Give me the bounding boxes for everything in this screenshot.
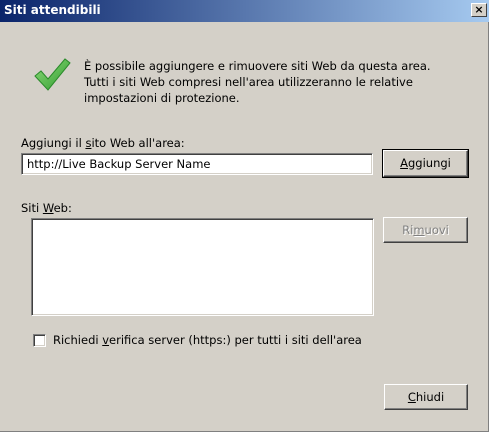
- close-icon: ×: [474, 3, 484, 16]
- https-label-mnemonic: v: [102, 333, 110, 347]
- add-button-mnemonic: A: [400, 156, 408, 170]
- sites-label-part: Siti: [21, 201, 43, 215]
- add-site-label-part: ito Web all'area:: [91, 136, 185, 150]
- remove-button-mnemonic: m: [413, 223, 425, 237]
- title-bar[interactable]: Siti attendibili ×: [0, 0, 489, 22]
- add-button[interactable]: Aggiungi: [382, 149, 469, 178]
- remove-button-label: Ri: [402, 223, 414, 237]
- site-url-field[interactable]: [21, 153, 373, 175]
- window-title: Siti attendibili: [4, 3, 101, 17]
- add-site-label-part: Aggiungi il: [21, 136, 86, 150]
- require-https-checkbox[interactable]: [33, 334, 46, 347]
- trusted-sites-dialog: Siti attendibili × È possibile aggiunger…: [0, 0, 489, 432]
- close-button-label: hiudi: [415, 390, 445, 404]
- add-button-label: ggiungi: [408, 156, 451, 170]
- site-url-input[interactable]: [25, 156, 373, 172]
- checkmark-icon: [34, 58, 71, 91]
- close-window-button[interactable]: ×: [471, 3, 487, 17]
- close-button[interactable]: Chiudi: [384, 384, 468, 410]
- https-label-part: erifica server (https:) per tutti i siti…: [109, 333, 362, 347]
- add-site-label: Aggiungi il sito Web all'area:: [21, 136, 185, 150]
- require-https-label[interactable]: Richiedi verifica server (https:) per tu…: [53, 333, 362, 347]
- remove-button-label: uovi: [424, 223, 449, 237]
- sites-label-mnemonic: W: [42, 201, 54, 215]
- https-label-part: Richiedi: [53, 333, 103, 347]
- sites-list[interactable]: [31, 218, 374, 316]
- sites-label-part: eb:: [53, 201, 72, 215]
- sites-label: Siti Web:: [21, 201, 72, 215]
- intro-text: È possibile aggiungere e rimuovere siti …: [84, 59, 431, 105]
- remove-button[interactable]: Rimuovi: [383, 217, 468, 243]
- close-button-mnemonic: C: [407, 390, 416, 404]
